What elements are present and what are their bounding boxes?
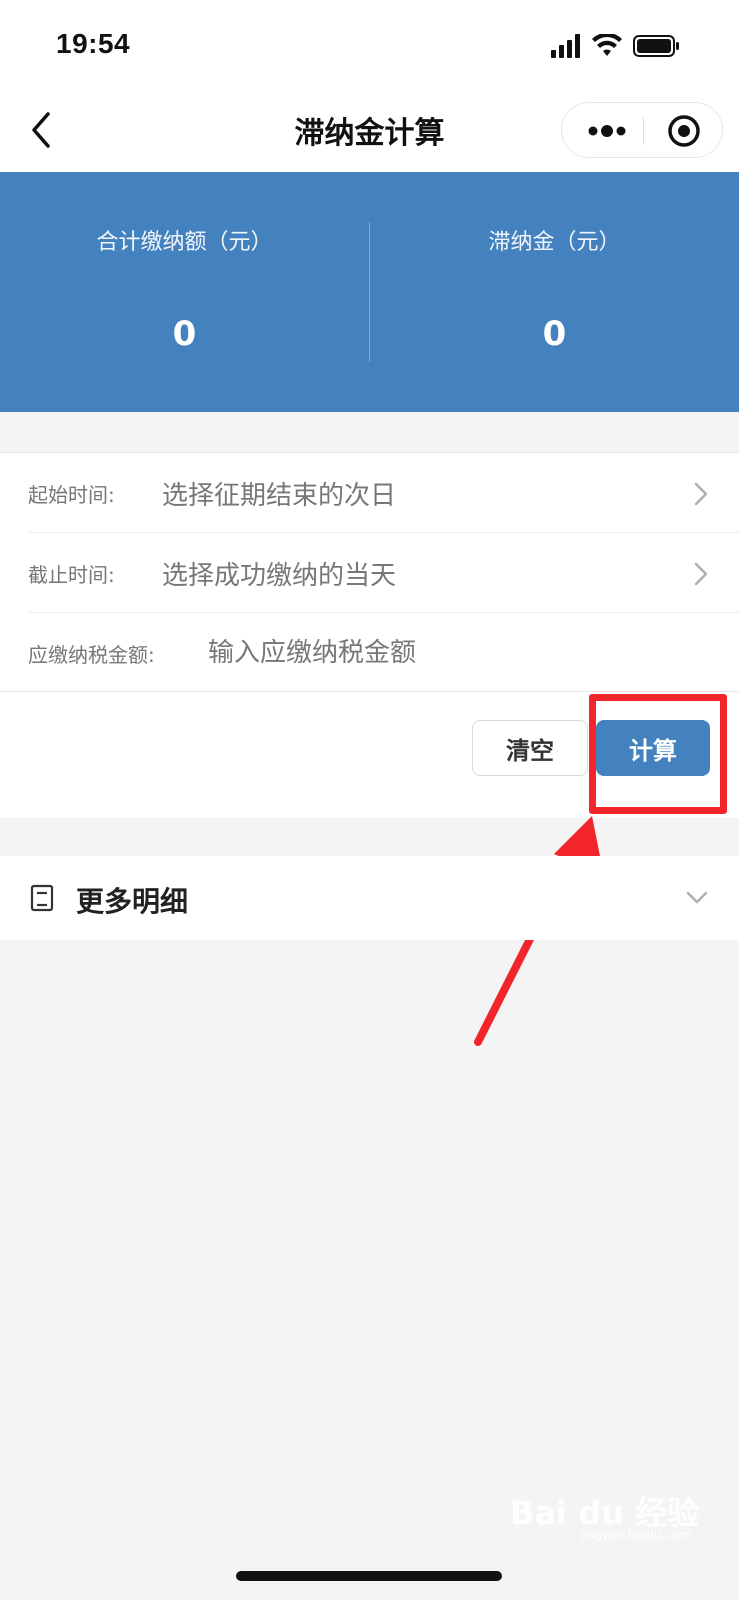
tax-amount-input[interactable] (208, 631, 688, 675)
more-dots-icon[interactable] (586, 117, 628, 145)
more-details-label: 更多明细 (76, 885, 189, 918)
capsule-divider (643, 117, 644, 145)
start-date-row[interactable]: 起始时间: 选择征期结束的次日 (0, 453, 739, 533)
target-close-icon[interactable] (666, 113, 702, 149)
chevron-right-icon (694, 562, 708, 586)
status-bar: 19:54 (0, 0, 739, 88)
highlight-annotation-box (589, 694, 727, 814)
tax-amount-row: 应缴纳税金额: (0, 613, 739, 693)
end-date-picker[interactable]: 选择成功缴纳的当天 (162, 555, 396, 592)
chevron-down-icon (686, 891, 708, 904)
baidu-watermark-url: jingyan.baidu.com (580, 1528, 691, 1542)
battery-icon (633, 35, 679, 57)
wifi-icon (592, 34, 622, 56)
nav-bar: 滞纳金计算 (0, 88, 739, 172)
total-amount-block: 合计缴纳额（元） 0 (0, 172, 369, 412)
total-amount-value: 0 (172, 314, 197, 354)
summary-panel: 合计缴纳额（元） 0 滞纳金（元） 0 (0, 172, 739, 412)
calculation-form: 起始时间: 选择征期结束的次日 截止时间: 选择成功缴纳的当天 应缴纳税金额: (0, 452, 739, 692)
clear-button[interactable]: 清空 (472, 720, 588, 776)
status-time: 19:54 (56, 28, 131, 59)
more-details-row[interactable]: 更多明细 (0, 856, 739, 940)
tax-amount-label: 应缴纳税金额: (28, 643, 155, 667)
late-fee-value: 0 (542, 314, 567, 354)
total-amount-label: 合计缴纳额（元） (96, 230, 273, 255)
home-indicator (236, 1571, 502, 1581)
late-fee-label: 滞纳金（元） (488, 230, 621, 255)
miniprogram-capsule (561, 102, 723, 158)
end-date-label: 截止时间: (28, 563, 115, 587)
start-date-label: 起始时间: (28, 483, 115, 507)
end-date-row[interactable]: 截止时间: 选择成功缴纳的当天 (0, 533, 739, 613)
chevron-right-icon (694, 482, 708, 506)
document-icon (30, 884, 54, 912)
signal-icon (551, 34, 580, 58)
start-date-picker[interactable]: 选择征期结束的次日 (162, 475, 396, 512)
late-fee-block: 滞纳金（元） 0 (370, 172, 739, 412)
